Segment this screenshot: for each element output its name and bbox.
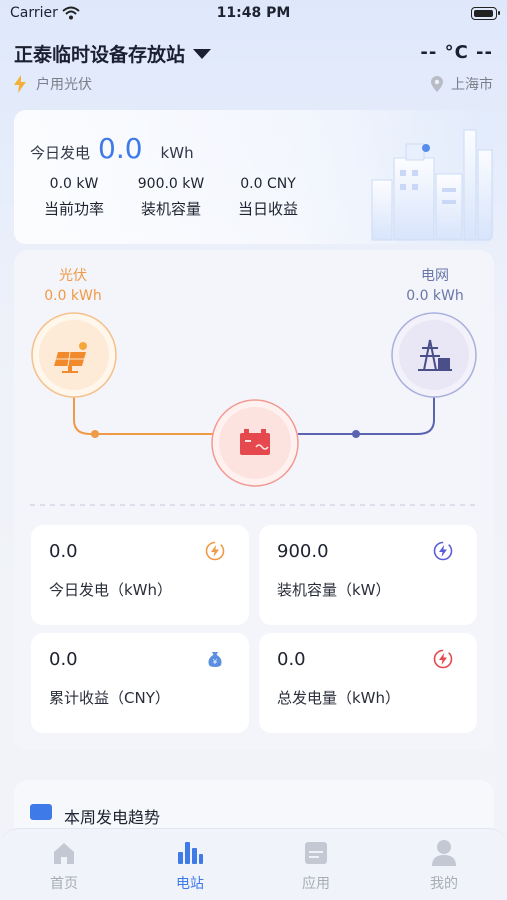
bar-chart-icon xyxy=(178,842,203,864)
apps-icon xyxy=(305,842,327,864)
battery-storage-icon xyxy=(211,399,299,487)
stat-label: 总发电量（kWh） xyxy=(277,689,401,707)
svg-text:¥: ¥ xyxy=(213,658,218,666)
installed-capacity-stat-card[interactable]: 900.0 装机容量（kW） xyxy=(259,525,477,625)
grid-flow-line xyxy=(298,397,435,435)
orange-bolt-icon xyxy=(205,541,225,561)
pv-flow-line xyxy=(73,397,214,435)
tab-home[interactable]: 首页 xyxy=(24,837,104,893)
purple-bolt-icon xyxy=(433,541,453,561)
stat-value: 900.0 xyxy=(277,541,329,562)
stat-value: 0.0 xyxy=(277,649,306,670)
stat-value: 0.0 xyxy=(49,541,78,562)
user-icon xyxy=(432,840,456,866)
stat-label: 装机容量（kW） xyxy=(277,581,391,599)
power-tower-icon xyxy=(391,312,477,398)
tab-bar: 首页 电站 应用 我的 xyxy=(0,828,507,900)
tab-label: 应用 xyxy=(302,876,330,892)
grid-flow-dot xyxy=(352,430,360,438)
home-icon xyxy=(54,843,74,864)
tab-station[interactable]: 电站 xyxy=(150,837,230,893)
cumulative-income-stat-card[interactable]: 0.0 累计收益（CNY） ¥ xyxy=(31,633,249,733)
tab-profile[interactable]: 我的 xyxy=(404,837,484,893)
trend-icon xyxy=(30,804,52,820)
solar-panel-icon xyxy=(31,312,117,398)
energy-flow-diagram xyxy=(30,312,480,506)
tab-label: 我的 xyxy=(430,876,458,892)
total-generation-stat-card[interactable]: 0.0 总发电量（kWh） xyxy=(259,633,477,733)
red-bolt-icon xyxy=(433,649,453,669)
stat-label: 累计收益（CNY） xyxy=(49,689,170,707)
tab-label: 电站 xyxy=(176,876,204,892)
money-bag-icon: ¥ xyxy=(208,652,222,667)
pv-flow-dot xyxy=(91,430,99,438)
stat-value: 0.0 xyxy=(49,649,78,670)
tab-label: 首页 xyxy=(50,876,78,892)
stat-label: 今日发电（kWh） xyxy=(49,581,173,599)
tab-apps[interactable]: 应用 xyxy=(276,837,356,893)
weekly-trend-title: 本周发电趋势 xyxy=(64,808,161,827)
today-generation-stat-card[interactable]: 0.0 今日发电（kWh） xyxy=(31,525,249,625)
